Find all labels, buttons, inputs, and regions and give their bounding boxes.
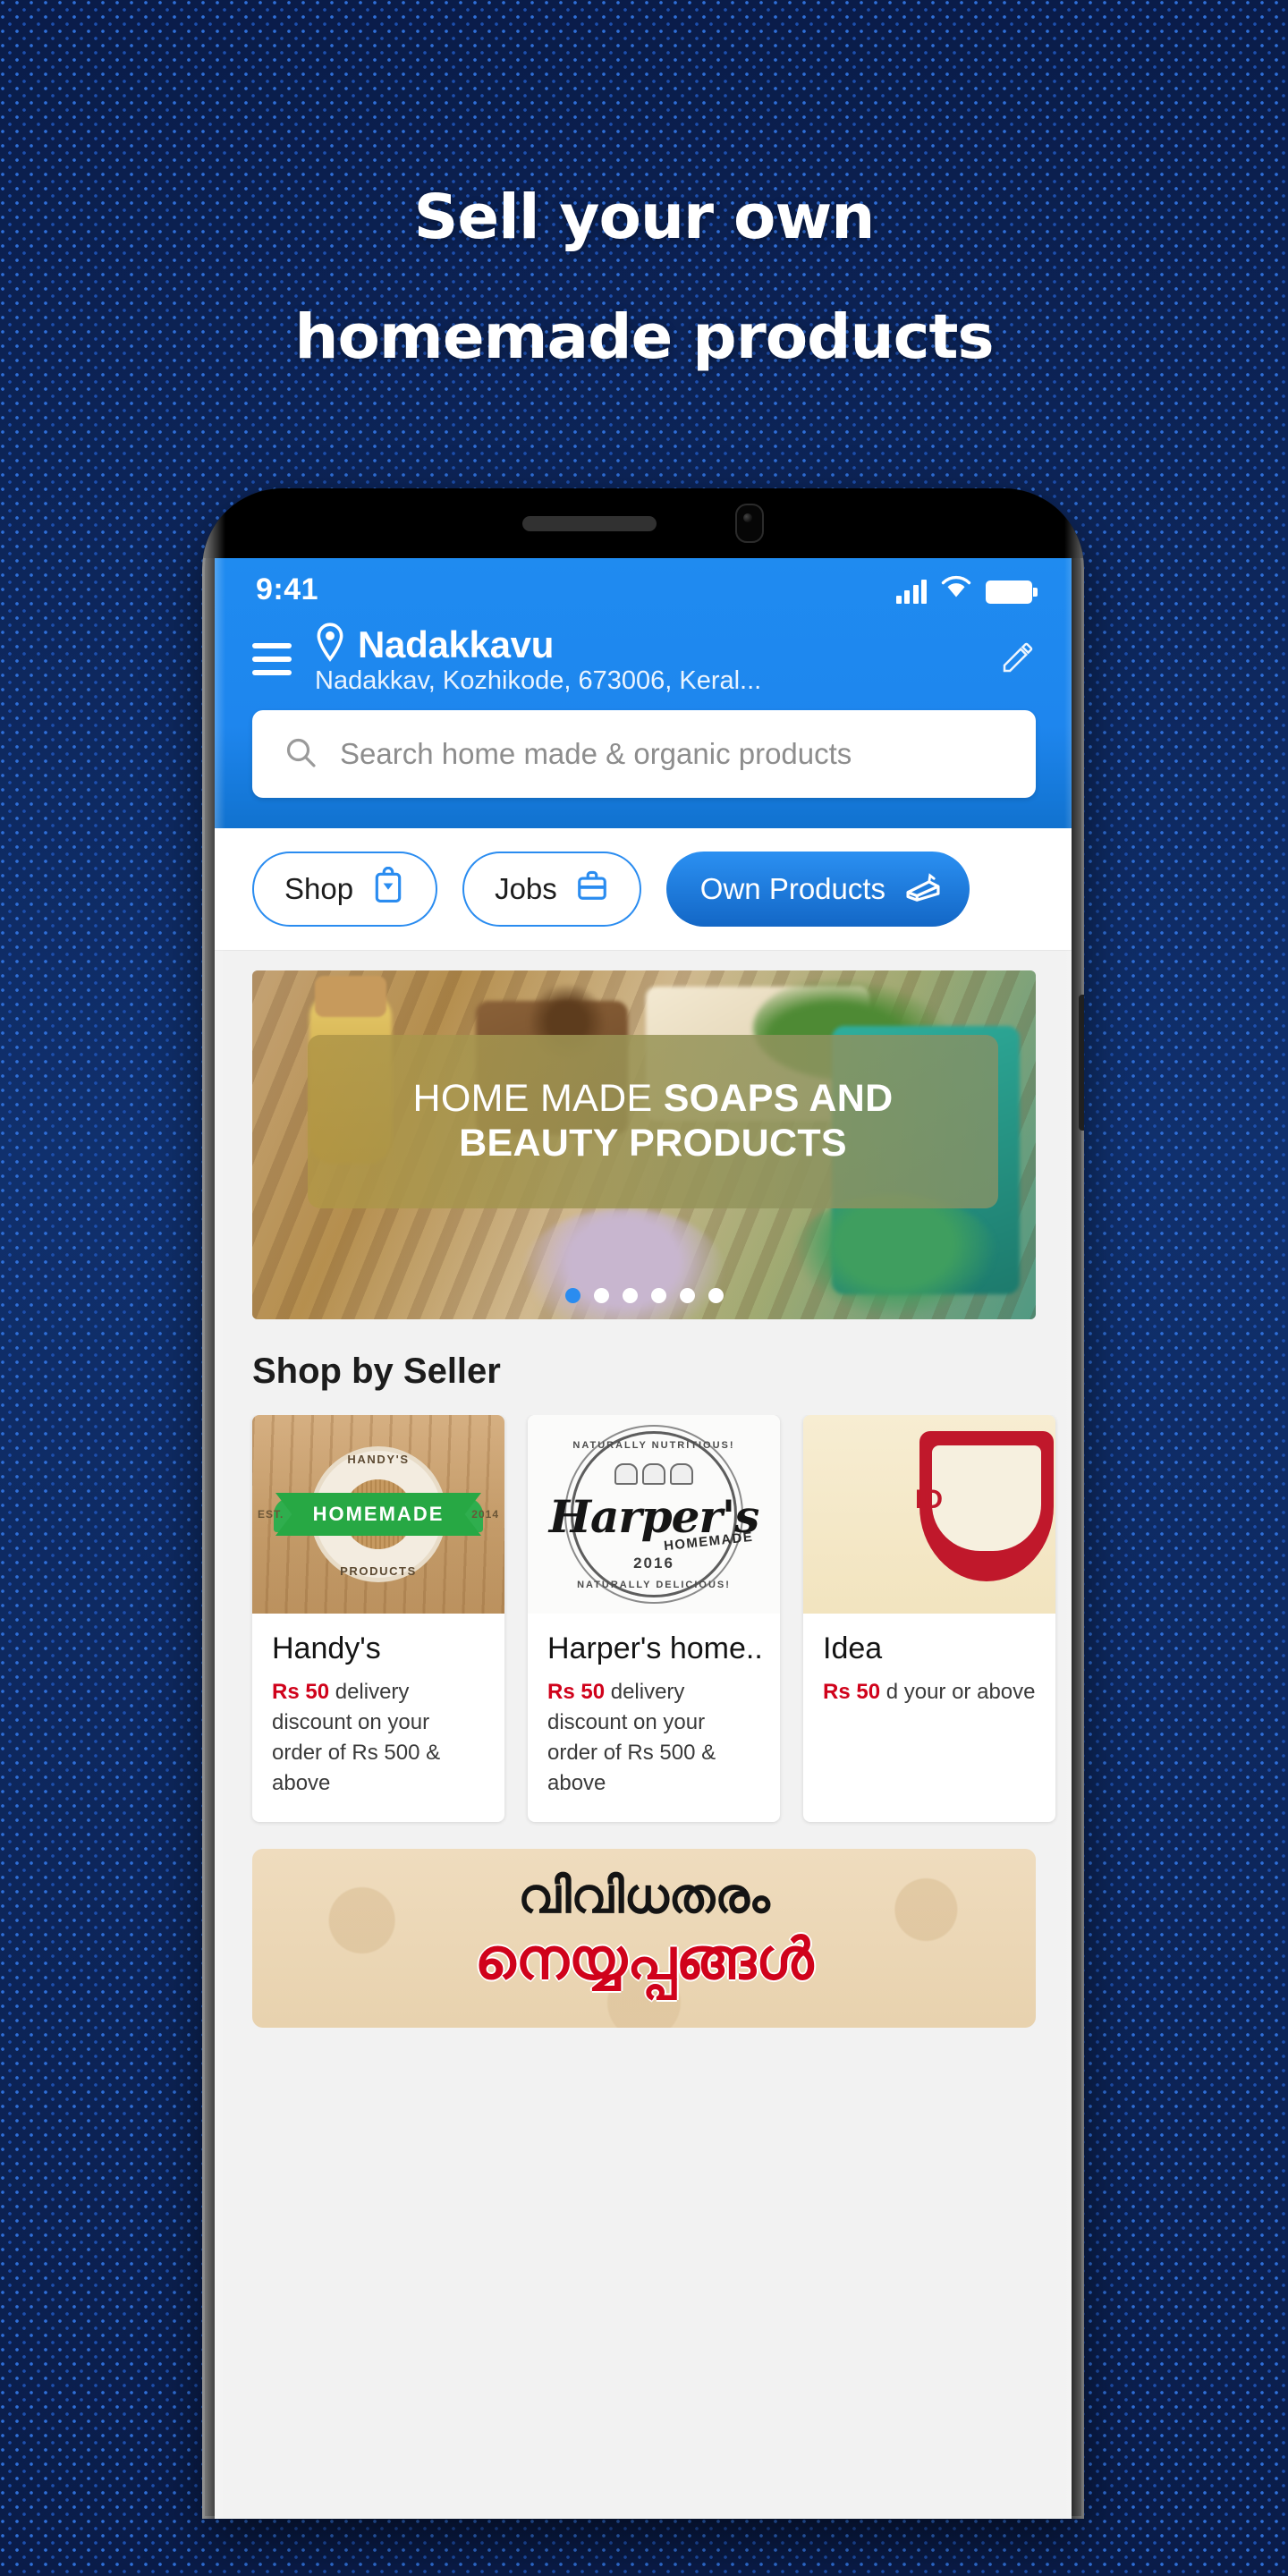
location-pin-icon <box>315 623 345 666</box>
location-address: Nadakkav, Kozhikode, 673006, Keral... <box>315 666 762 695</box>
category-chip-bar: Shop Jobs Own Products <box>215 828 1072 951</box>
front-camera-icon <box>735 504 764 543</box>
banner-title-line2: BEAUTY PRODUCTS <box>459 1122 847 1165</box>
seller-logo-harpers: NATURALLY NUTRITIOUS! Harper's HOMEMADE … <box>528 1415 780 1614</box>
carousel-dot-3[interactable] <box>622 1288 638 1303</box>
chip-jobs-label: Jobs <box>495 872 557 905</box>
wifi-icon <box>941 575 971 604</box>
seller-card-body: Handy's Rs 50 delivery discount on your … <box>252 1614 504 1822</box>
carousel-dot-5[interactable] <box>679 1288 695 1303</box>
cellular-signal-icon <box>895 580 927 604</box>
headline-line-2: homemade products <box>294 301 994 373</box>
banner-title-bold: SOAPS AND <box>663 1077 894 1121</box>
handys-est-left: EST. <box>258 1508 284 1521</box>
chip-jobs[interactable]: Jobs <box>462 852 641 927</box>
page-title: Sell your own homemade products <box>0 157 1288 397</box>
phone-mockup: 9:41 Nadakkavu Nadakkav, Kozhikode, 6730… <box>202 488 1084 2519</box>
seller-offer-amount: Rs 50 <box>547 1680 606 1704</box>
harpers-bottom-text: NATURALLY DELICIOUS! <box>577 1580 731 1590</box>
hero-banner-wrapper: HOME MADE SOAPS AND BEAUTY PRODUCTS <box>215 951 1072 1319</box>
carousel-dot-1[interactable] <box>564 1288 580 1303</box>
chip-own-products-label: Own Products <box>699 872 886 905</box>
location-row: Nadakkavu Nadakkav, Kozhikode, 673006, K… <box>215 623 1072 696</box>
status-bar-icons <box>895 575 1038 604</box>
promo-banner-line2: നെയ്യപ്പങ്ങൾ <box>474 1926 814 1991</box>
promo-banner-wrapper: വിവിധതരം നെയ്യപ്പങ്ങൾ <box>215 1849 1072 2029</box>
seller-offer: Rs 50 d your or above <box>823 1677 1036 1707</box>
seller-offer: Rs 50 delivery discount on your order of… <box>547 1677 760 1799</box>
seller-name: Harper's home... <box>547 1631 760 1665</box>
carousel-dot-2[interactable] <box>593 1288 609 1303</box>
hero-banner-carousel[interactable]: HOME MADE SOAPS AND BEAUTY PRODUCTS <box>252 970 1036 1319</box>
search-input[interactable]: Search home made & organic products <box>252 710 1036 798</box>
harpers-year: 2016 <box>633 1555 674 1572</box>
shopping-bag-icon <box>371 866 405 911</box>
status-bar: 9:41 <box>215 558 1072 621</box>
phone-notch <box>202 488 1084 558</box>
banner-title-light: HOME MADE <box>412 1077 664 1121</box>
promo-banner-line1: വിവിധതരം <box>518 1869 770 1924</box>
seller-offer: Rs 50 delivery discount on your order of… <box>272 1677 485 1799</box>
status-bar-time: 9:41 <box>256 572 319 606</box>
handys-badge-bottom-text: PRODUCTS <box>340 1564 417 1578</box>
search-icon <box>283 734 318 775</box>
seller-card-ideal[interactable]: ID Idea Rs 50 d your or above <box>803 1415 1055 1823</box>
location-title: Nadakkavu <box>358 623 555 665</box>
handys-est-right: 2014 <box>471 1508 499 1521</box>
headline-line-1: Sell your own <box>413 182 876 253</box>
seller-card-handys[interactable]: HANDY'S HOMEMADE PRODUCTS EST. 2014 Hand… <box>252 1415 504 1823</box>
pencil-edit-icon[interactable] <box>1000 640 1036 680</box>
ideal-badge-text: ID <box>915 1485 944 1514</box>
seller-offer-text: d your or above <box>880 1680 1036 1704</box>
promo-screenshot: Sell your own homemade products 9:41 Nad… <box>0 0 1288 2576</box>
seller-card-list[interactable]: HANDY'S HOMEMADE PRODUCTS EST. 2014 Hand… <box>215 1415 1072 1850</box>
earpiece-speaker-icon <box>522 515 657 531</box>
search-placeholder: Search home made & organic products <box>340 737 852 770</box>
seller-card-harpers[interactable]: NATURALLY NUTRITIOUS! Harper's HOMEMADE … <box>528 1415 780 1823</box>
chip-shop-label: Shop <box>284 872 354 905</box>
chip-shop[interactable]: Shop <box>252 852 438 927</box>
handys-badge-top-text: HANDY'S <box>347 1453 410 1466</box>
seller-name: Idea <box>823 1631 883 1665</box>
harpers-top-text: NATURALLY NUTRITIOUS! <box>572 1440 735 1451</box>
cake-slice-icon <box>903 867 943 911</box>
shop-by-seller-heading: Shop by Seller <box>215 1319 1072 1415</box>
search-wrapper: Search home made & organic products <box>215 696 1072 818</box>
banner-cork <box>315 976 386 1017</box>
hamburger-menu-icon[interactable] <box>252 643 292 675</box>
seller-card-body: Harper's home... Rs 50 delivery discount… <box>528 1614 780 1822</box>
location-text-group[interactable]: Nadakkavu Nadakkav, Kozhikode, 673006, K… <box>315 623 977 696</box>
chip-own-products[interactable]: Own Products <box>665 852 970 927</box>
carousel-dot-6[interactable] <box>708 1288 724 1303</box>
app-header: 9:41 Nadakkavu Nadakkav, Kozhikode, 6730… <box>215 558 1072 828</box>
banner-caption: HOME MADE SOAPS AND BEAUTY PRODUCTS <box>308 1035 998 1208</box>
briefcase-icon <box>575 867 609 911</box>
seller-card-body: Idea Rs 50 d your or above <box>803 1614 1055 1731</box>
battery-icon <box>986 580 1038 604</box>
seller-logo-handys: HANDY'S HOMEMADE PRODUCTS EST. 2014 <box>252 1415 504 1614</box>
seller-name: Handy's <box>272 1631 381 1665</box>
phone-side-button[interactable] <box>1079 995 1084 1131</box>
seller-logo-ideal: ID <box>803 1415 1055 1614</box>
carousel-dot-4[interactable] <box>650 1288 666 1303</box>
handys-badge-ribbon-text: HOMEMADE <box>275 1493 481 1536</box>
harpers-bread-icon <box>614 1463 693 1485</box>
seller-offer-amount: Rs 50 <box>272 1680 330 1704</box>
seller-offer-amount: Rs 50 <box>823 1680 881 1704</box>
carousel-dots[interactable] <box>252 1288 1036 1303</box>
malayalam-promo-banner[interactable]: വിവിധതരം നെയ്യപ്പങ്ങൾ <box>252 1849 1036 2029</box>
phone-screen: 9:41 Nadakkavu Nadakkav, Kozhikode, 6730… <box>215 558 1072 2519</box>
